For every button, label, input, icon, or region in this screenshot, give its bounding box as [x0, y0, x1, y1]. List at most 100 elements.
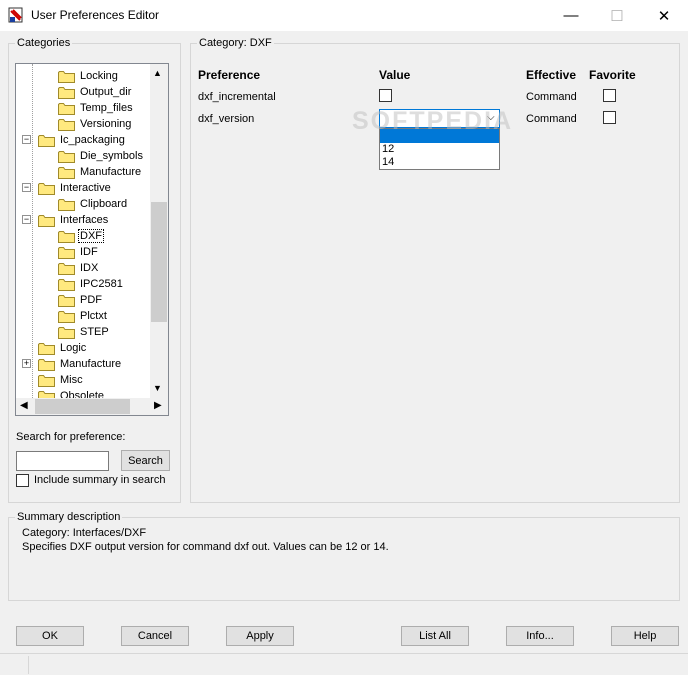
- collapse-icon[interactable]: −: [22, 135, 31, 144]
- tree-vertical-scroll-thumb[interactable]: [151, 202, 167, 322]
- folder-icon: [38, 374, 55, 387]
- preference-column-header: Preference: [198, 68, 261, 82]
- folder-icon: [58, 278, 75, 291]
- cancel-button[interactable]: Cancel: [121, 626, 189, 646]
- tree-node[interactable]: − Ic_packaging: [22, 132, 126, 148]
- help-button[interactable]: Help: [611, 626, 679, 646]
- tree-node-label: IPC2581: [80, 278, 123, 290]
- value-column-header: Value: [379, 68, 411, 82]
- tree-node[interactable]: + Manufacture: [22, 356, 122, 372]
- tree-node-label: Die_symbols: [80, 150, 143, 162]
- folder-icon: [58, 150, 75, 163]
- status-divider: [28, 656, 29, 674]
- scroll-down-icon[interactable]: ▼: [153, 383, 162, 393]
- tree-node[interactable]: IDX: [58, 260, 99, 276]
- title-bar: User Preferences Editor — ☐ ✕: [0, 0, 688, 31]
- tree-vertical-scrollbar[interactable]: ▲ ▼: [150, 64, 168, 398]
- scroll-up-icon[interactable]: ▲: [153, 68, 162, 78]
- tree-node[interactable]: − Interfaces: [22, 212, 109, 228]
- category-tree[interactable]: Locking Output_dir Temp_files Versioning − Ic…: [15, 63, 169, 416]
- effective-value: Command: [526, 91, 577, 103]
- summary-label: Summary description: [15, 511, 123, 523]
- tree-node[interactable]: DXF: [58, 228, 104, 244]
- tree-node-label: PDF: [80, 294, 102, 306]
- tree-node[interactable]: Obsolete: [38, 388, 105, 398]
- expand-icon[interactable]: +: [22, 359, 31, 368]
- include-summary-label: Include summary in search: [34, 474, 166, 486]
- tree-node-label: Interactive: [60, 182, 111, 194]
- tree-node-label: Plctxt: [80, 310, 107, 322]
- list-all-button[interactable]: List All: [401, 626, 469, 646]
- collapse-icon[interactable]: −: [22, 183, 31, 192]
- scroll-left-icon[interactable]: ◀: [20, 400, 28, 411]
- tree-node-label: Logic: [60, 342, 87, 354]
- folder-icon: [38, 134, 55, 147]
- tree-node[interactable]: Manufacture: [58, 164, 142, 180]
- collapse-icon[interactable]: −: [22, 215, 31, 224]
- category-panel-label: Category: DXF: [197, 37, 274, 49]
- folder-icon: [58, 326, 75, 339]
- close-icon: ✕: [657, 7, 671, 25]
- status-bar: [0, 653, 688, 675]
- categories-label: Categories: [15, 37, 73, 49]
- tree-node[interactable]: STEP: [58, 324, 110, 340]
- tree-node[interactable]: Clipboard: [58, 196, 128, 212]
- dxf-incremental-value-checkbox[interactable]: [379, 89, 392, 102]
- tree-node-label: Versioning: [80, 118, 132, 130]
- include-summary-checkbox[interactable]: [16, 474, 29, 487]
- folder-icon: [38, 214, 55, 227]
- maximize-icon: ☐: [610, 7, 624, 25]
- tree-node[interactable]: PDF: [58, 292, 103, 308]
- summary-description-line: Specifies DXF output version for command…: [22, 541, 389, 553]
- summary-category-line: Category: Interfaces/DXF: [22, 527, 147, 539]
- tree-node[interactable]: Temp_files: [58, 100, 134, 116]
- window-title: User Preferences Editor: [31, 8, 160, 22]
- tree-node[interactable]: Versioning: [58, 116, 132, 132]
- tree-node[interactable]: Misc: [38, 372, 84, 388]
- effective-value: Command: [526, 113, 577, 125]
- tree-node-label: Output_dir: [80, 86, 132, 98]
- folder-icon: [58, 70, 75, 83]
- tree-node[interactable]: Die_symbols: [58, 148, 144, 164]
- tree-horizontal-scroll-thumb[interactable]: [35, 399, 130, 414]
- dxf-version-favorite-checkbox[interactable]: [603, 111, 616, 124]
- tree-node-label: IDX: [80, 262, 99, 274]
- tree-node-label: Misc: [60, 374, 83, 386]
- tree-node-label: Locking: [80, 70, 118, 82]
- search-button[interactable]: Search: [121, 450, 170, 471]
- tree-node[interactable]: Logic: [38, 340, 87, 356]
- minimize-button[interactable]: —: [548, 0, 594, 31]
- scroll-right-icon[interactable]: ▶: [154, 400, 162, 411]
- dropdown-option[interactable]: 14: [382, 156, 499, 169]
- search-input[interactable]: [16, 451, 109, 471]
- tree-connector-line: [32, 64, 33, 398]
- info-button[interactable]: Info...: [506, 626, 574, 646]
- folder-icon: [58, 198, 75, 211]
- tree-node-label: Ic_packaging: [60, 134, 125, 146]
- tree-node-label: Manufacture: [60, 358, 122, 370]
- tree-node[interactable]: IDF: [58, 244, 99, 260]
- folder-icon: [58, 262, 75, 275]
- folder-icon: [58, 230, 75, 243]
- tree-node[interactable]: − Interactive: [22, 180, 112, 196]
- tree-node-label: IDF: [80, 246, 98, 258]
- tree-viewport: Locking Output_dir Temp_files Versioning − Ic…: [16, 64, 150, 398]
- tree-node[interactable]: IPC2581: [58, 276, 124, 292]
- tree-node[interactable]: Plctxt: [58, 308, 108, 324]
- folder-icon: [38, 390, 55, 398]
- tree-node-label: DXF: [78, 229, 104, 243]
- close-button[interactable]: ✕: [641, 0, 687, 31]
- tree-node[interactable]: Locking: [58, 68, 119, 84]
- folder-icon: [58, 294, 75, 307]
- effective-column-header: Effective: [526, 68, 577, 82]
- folder-icon: [38, 358, 55, 371]
- tree-node[interactable]: Output_dir: [58, 84, 132, 100]
- search-label: Search for preference:: [16, 431, 126, 443]
- folder-icon: [38, 182, 55, 195]
- tree-horizontal-scrollbar[interactable]: ◀ ▶: [16, 398, 168, 415]
- dropdown-option[interactable]: 12: [382, 143, 499, 156]
- ok-button[interactable]: OK: [16, 626, 84, 646]
- apply-button[interactable]: Apply: [226, 626, 294, 646]
- dxf-incremental-favorite-checkbox[interactable]: [603, 89, 616, 102]
- folder-icon: [38, 342, 55, 355]
